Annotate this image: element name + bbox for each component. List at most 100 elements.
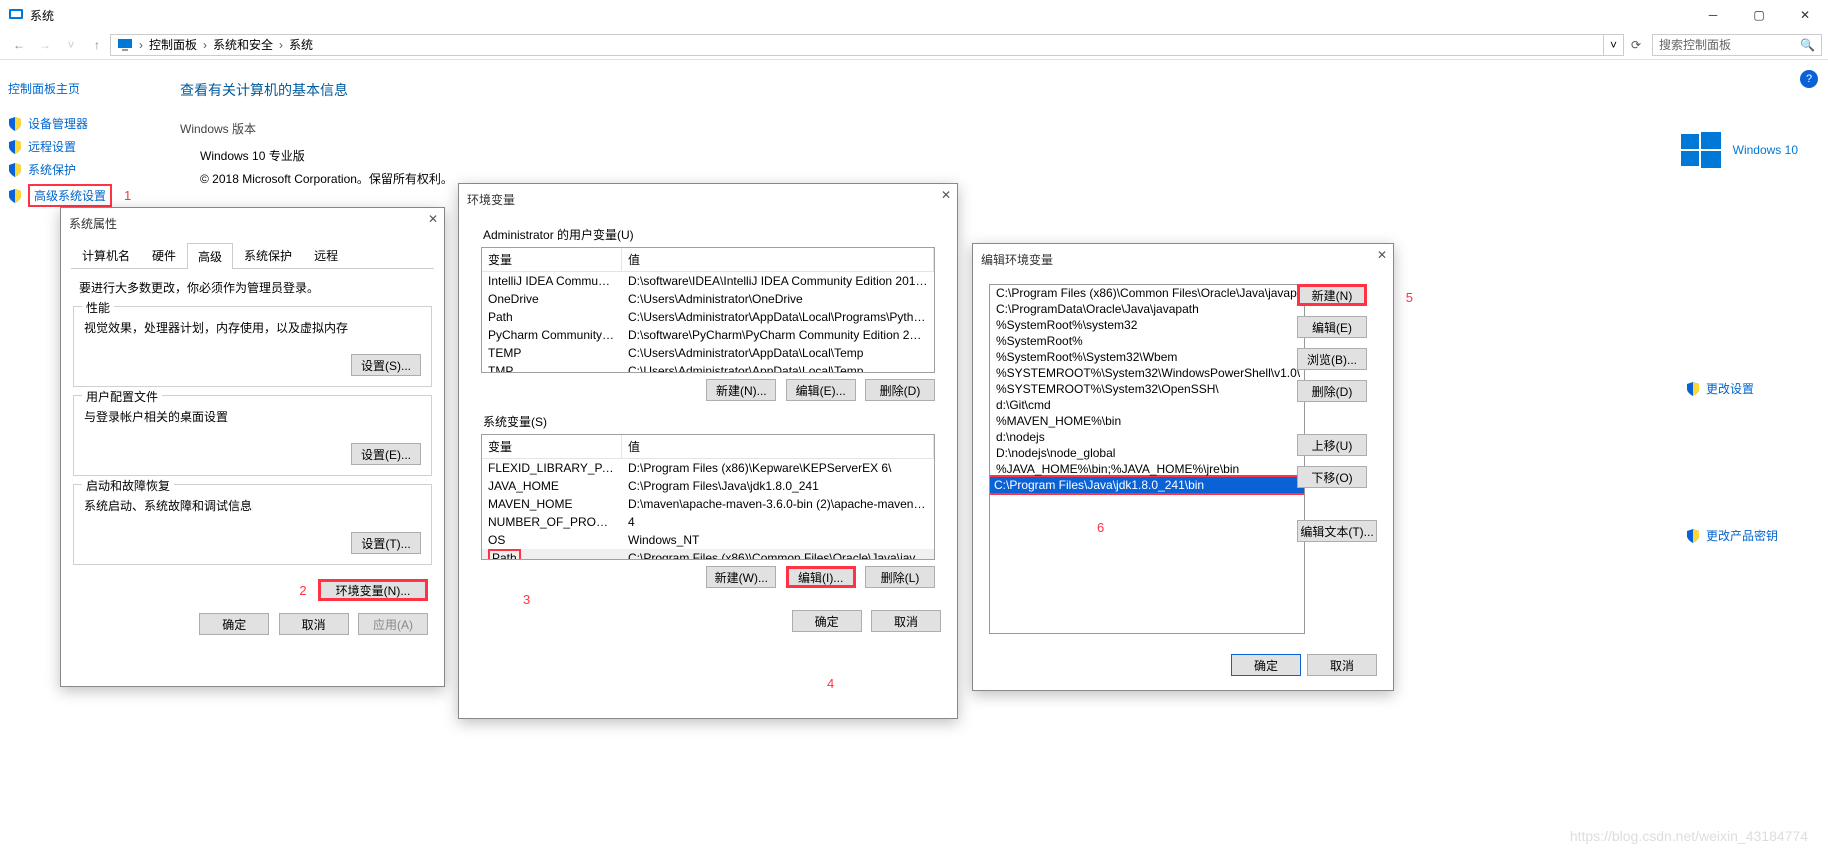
close-button[interactable]: ✕	[1782, 0, 1828, 30]
list-item[interactable]: C:\ProgramData\Oracle\Java\javapath	[990, 301, 1304, 317]
window-title: 系统	[30, 7, 54, 24]
user-edit-button[interactable]: 编辑(E)...	[786, 379, 856, 401]
edit-button[interactable]: 编辑(E)	[1297, 316, 1367, 338]
dialog-titlebar[interactable]: 系统属性 ✕	[61, 208, 444, 238]
right-links: 更改设置 更改产品密钥	[1686, 380, 1778, 544]
table-row[interactable]: JAVA_HOMEC:\Program Files\Java\jdk1.8.0_…	[482, 477, 934, 495]
browse-button[interactable]: 浏览(B)...	[1297, 348, 1367, 370]
recent-button[interactable]: ˅	[58, 38, 84, 52]
table-row[interactable]: PathC:\Program Files (x86)\Common Files\…	[482, 549, 934, 560]
addr-dropdown[interactable]: ˅	[1604, 34, 1624, 56]
list-item[interactable]: %SystemRoot%\System32\Wbem	[990, 349, 1304, 365]
user-delete-button[interactable]: 删除(D)	[865, 379, 935, 401]
tab-remote[interactable]: 远程	[303, 242, 349, 268]
cancel-button[interactable]: 取消	[871, 610, 941, 632]
list-item[interactable]: %SystemRoot%	[990, 333, 1304, 349]
up-button[interactable]: ↑	[84, 38, 110, 52]
table-row[interactable]: FLEXID_LIBRARY_PATHD:\Program Files (x86…	[482, 459, 934, 477]
new-button[interactable]: 新建(N)	[1297, 284, 1367, 306]
move-down-button[interactable]: 下移(O)	[1297, 466, 1367, 488]
perf-settings-button[interactable]: 设置(S)...	[351, 354, 421, 376]
search-icon: 🔍	[1800, 38, 1815, 52]
table-row[interactable]: MAVEN_HOMED:\maven\apache-maven-3.6.0-bi…	[482, 495, 934, 513]
tab-computer-name[interactable]: 计算机名	[71, 242, 141, 268]
list-item[interactable]: %SYSTEMROOT%\System32\WindowsPowerShell\…	[990, 365, 1304, 381]
table-row[interactable]: OSWindows_NT	[482, 531, 934, 549]
left-item-protection[interactable]: 系统保护	[8, 161, 162, 178]
sys-vars-list[interactable]: 变量值 FLEXID_LIBRARY_PATHD:\Program Files …	[481, 434, 935, 560]
table-row[interactable]: PathC:\Users\Administrator\AppData\Local…	[482, 308, 934, 326]
refresh-button[interactable]: ⟳	[1624, 38, 1648, 52]
tab-advanced[interactable]: 高级	[187, 243, 233, 269]
minimize-button[interactable]: ─	[1690, 0, 1736, 30]
table-row[interactable]: IntelliJ IDEA Community E...D:\software\…	[482, 272, 934, 290]
edit-text-button[interactable]: 编辑文本(T)...	[1297, 520, 1377, 542]
table-row[interactable]: NUMBER_OF_PROCESSORS4	[482, 513, 934, 531]
cancel-button[interactable]: 取消	[1307, 654, 1377, 676]
crumb-1[interactable]: 系统和安全	[213, 36, 273, 53]
list-item[interactable]: d:\nodejs	[990, 429, 1304, 445]
dialog-titlebar[interactable]: 环境变量 ✕	[459, 184, 957, 214]
sys-edit-button[interactable]: 编辑(I)...	[786, 566, 856, 588]
maximize-button[interactable]: ▢	[1736, 0, 1782, 30]
search-input[interactable]: 搜索控制面板 🔍	[1652, 34, 1822, 56]
breadcrumb[interactable]: › 控制面板 › 系统和安全 › 系统	[110, 34, 1604, 56]
group-startup: 启动和故障恢复 系统启动、系统故障和调试信息 设置(T)...	[73, 484, 432, 565]
control-panel-home-link[interactable]: 控制面板主页	[8, 80, 162, 97]
apply-button[interactable]: 应用(A)	[358, 613, 428, 635]
annotation-1: 1	[124, 188, 131, 203]
list-item[interactable]: %MAVEN_HOME%\bin	[990, 413, 1304, 429]
table-row[interactable]: PyCharm Community Editi...D:\software\Py…	[482, 326, 934, 344]
sys-delete-button[interactable]: 删除(L)	[865, 566, 935, 588]
admin-note: 要进行大多数更改，你必须作为管理员登录。	[79, 279, 426, 296]
dialog-titlebar[interactable]: 编辑环境变量 ✕	[973, 244, 1393, 274]
shield-icon	[8, 189, 22, 203]
ok-button[interactable]: 确定	[792, 610, 862, 632]
tab-protection[interactable]: 系统保护	[233, 242, 303, 268]
table-row[interactable]: TMPC:\Users\Administrator\AppData\Local\…	[482, 362, 934, 373]
shield-icon	[1686, 382, 1700, 396]
list-item[interactable]: %SYSTEMROOT%\System32\OpenSSH\	[990, 381, 1304, 397]
table-row[interactable]: TEMPC:\Users\Administrator\AppData\Local…	[482, 344, 934, 362]
change-settings-link[interactable]: 更改设置	[1686, 380, 1778, 397]
startup-settings-button[interactable]: 设置(T)...	[351, 532, 421, 554]
env-vars-button[interactable]: 环境变量(N)...	[318, 579, 428, 601]
list-item[interactable]: C:\Program Files (x86)\Common Files\Orac…	[990, 285, 1304, 301]
close-icon[interactable]: ✕	[428, 212, 438, 226]
windows-logo-icon	[1681, 130, 1721, 170]
cancel-button[interactable]: 取消	[279, 613, 349, 635]
annotation-2: 2	[299, 583, 306, 598]
path-listbox[interactable]: C:\Program Files (x86)\Common Files\Orac…	[989, 284, 1305, 634]
move-up-button[interactable]: 上移(U)	[1297, 434, 1367, 456]
crumb-0[interactable]: 控制面板	[149, 36, 197, 53]
delete-button[interactable]: 删除(D)	[1297, 380, 1367, 402]
close-icon[interactable]: ✕	[941, 188, 951, 202]
windows10-brand: Windows 10	[1681, 130, 1798, 170]
shield-icon	[8, 117, 22, 131]
close-icon[interactable]: ✕	[1377, 248, 1387, 262]
system-icon	[8, 7, 24, 23]
dialog-buttons: 确定 取消 应用(A)	[61, 607, 444, 643]
list-item[interactable]: %SystemRoot%\system32	[990, 317, 1304, 333]
ok-button[interactable]: 确定	[199, 613, 269, 635]
back-button[interactable]: ←	[6, 38, 32, 52]
left-item-advanced[interactable]: 高级系统设置 1	[8, 184, 162, 207]
forward-button[interactable]: →	[32, 38, 58, 52]
crumb-2[interactable]: 系统	[289, 36, 313, 53]
tab-hardware[interactable]: 硬件	[141, 242, 187, 268]
table-row[interactable]: OneDriveC:\Users\Administrator\OneDrive	[482, 290, 934, 308]
list-item[interactable]: C:\Program Files\Java\jdk1.8.0_241\bin	[989, 475, 1305, 495]
user-vars-list[interactable]: 变量值 IntelliJ IDEA Community E...D:\softw…	[481, 247, 935, 373]
page-heading: 查看有关计算机的基本信息	[180, 80, 1818, 100]
search-placeholder: 搜索控制面板	[1659, 36, 1731, 53]
sys-new-button[interactable]: 新建(W)...	[706, 566, 776, 588]
left-item-device-manager[interactable]: 设备管理器	[8, 115, 162, 132]
profile-settings-button[interactable]: 设置(E)...	[351, 443, 421, 465]
change-key-link[interactable]: 更改产品密钥	[1686, 527, 1778, 544]
user-new-button[interactable]: 新建(N)...	[706, 379, 776, 401]
left-item-remote[interactable]: 远程设置	[8, 138, 162, 155]
shield-icon	[8, 163, 22, 177]
ok-button[interactable]: 确定	[1231, 654, 1301, 676]
list-item[interactable]: d:\Git\cmd	[990, 397, 1304, 413]
list-item[interactable]: D:\nodejs\node_global	[990, 445, 1304, 461]
